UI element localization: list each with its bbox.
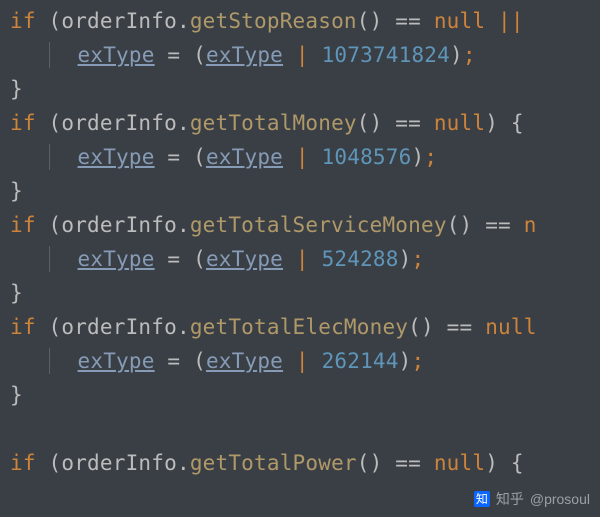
- line-close-1: }: [10, 77, 23, 101]
- watermark-handle: @prosoul: [530, 492, 590, 506]
- zhihu-logo-icon: 知: [474, 491, 490, 507]
- line-if-5: if (orderInfo.getTotalPower() == null) {: [10, 451, 524, 475]
- line-assign-2: exType = (exType | 1048576);: [10, 145, 437, 169]
- line-assign-3: exType = (exType | 524288);: [10, 247, 424, 271]
- line-if-1: if (orderInfo.getStopReason() == null ||: [10, 9, 524, 33]
- line-close-4: }: [10, 383, 23, 407]
- watermark: 知 知乎 @prosoul: [474, 491, 590, 507]
- code-block: if (orderInfo.getStopReason() == null ||…: [0, 0, 600, 480]
- line-close-3: }: [10, 281, 23, 305]
- line-assign-1: exType = (exType | 1073741824);: [10, 43, 476, 67]
- line-assign-4: exType = (exType | 262144);: [10, 349, 424, 373]
- watermark-site: 知乎: [496, 492, 524, 506]
- line-close-2: }: [10, 179, 23, 203]
- line-if-4: if (orderInfo.getTotalElecMoney() == nul…: [10, 315, 537, 339]
- line-if-3: if (orderInfo.getTotalServiceMoney() == …: [10, 213, 537, 237]
- line-if-2: if (orderInfo.getTotalMoney() == null) {: [10, 111, 524, 135]
